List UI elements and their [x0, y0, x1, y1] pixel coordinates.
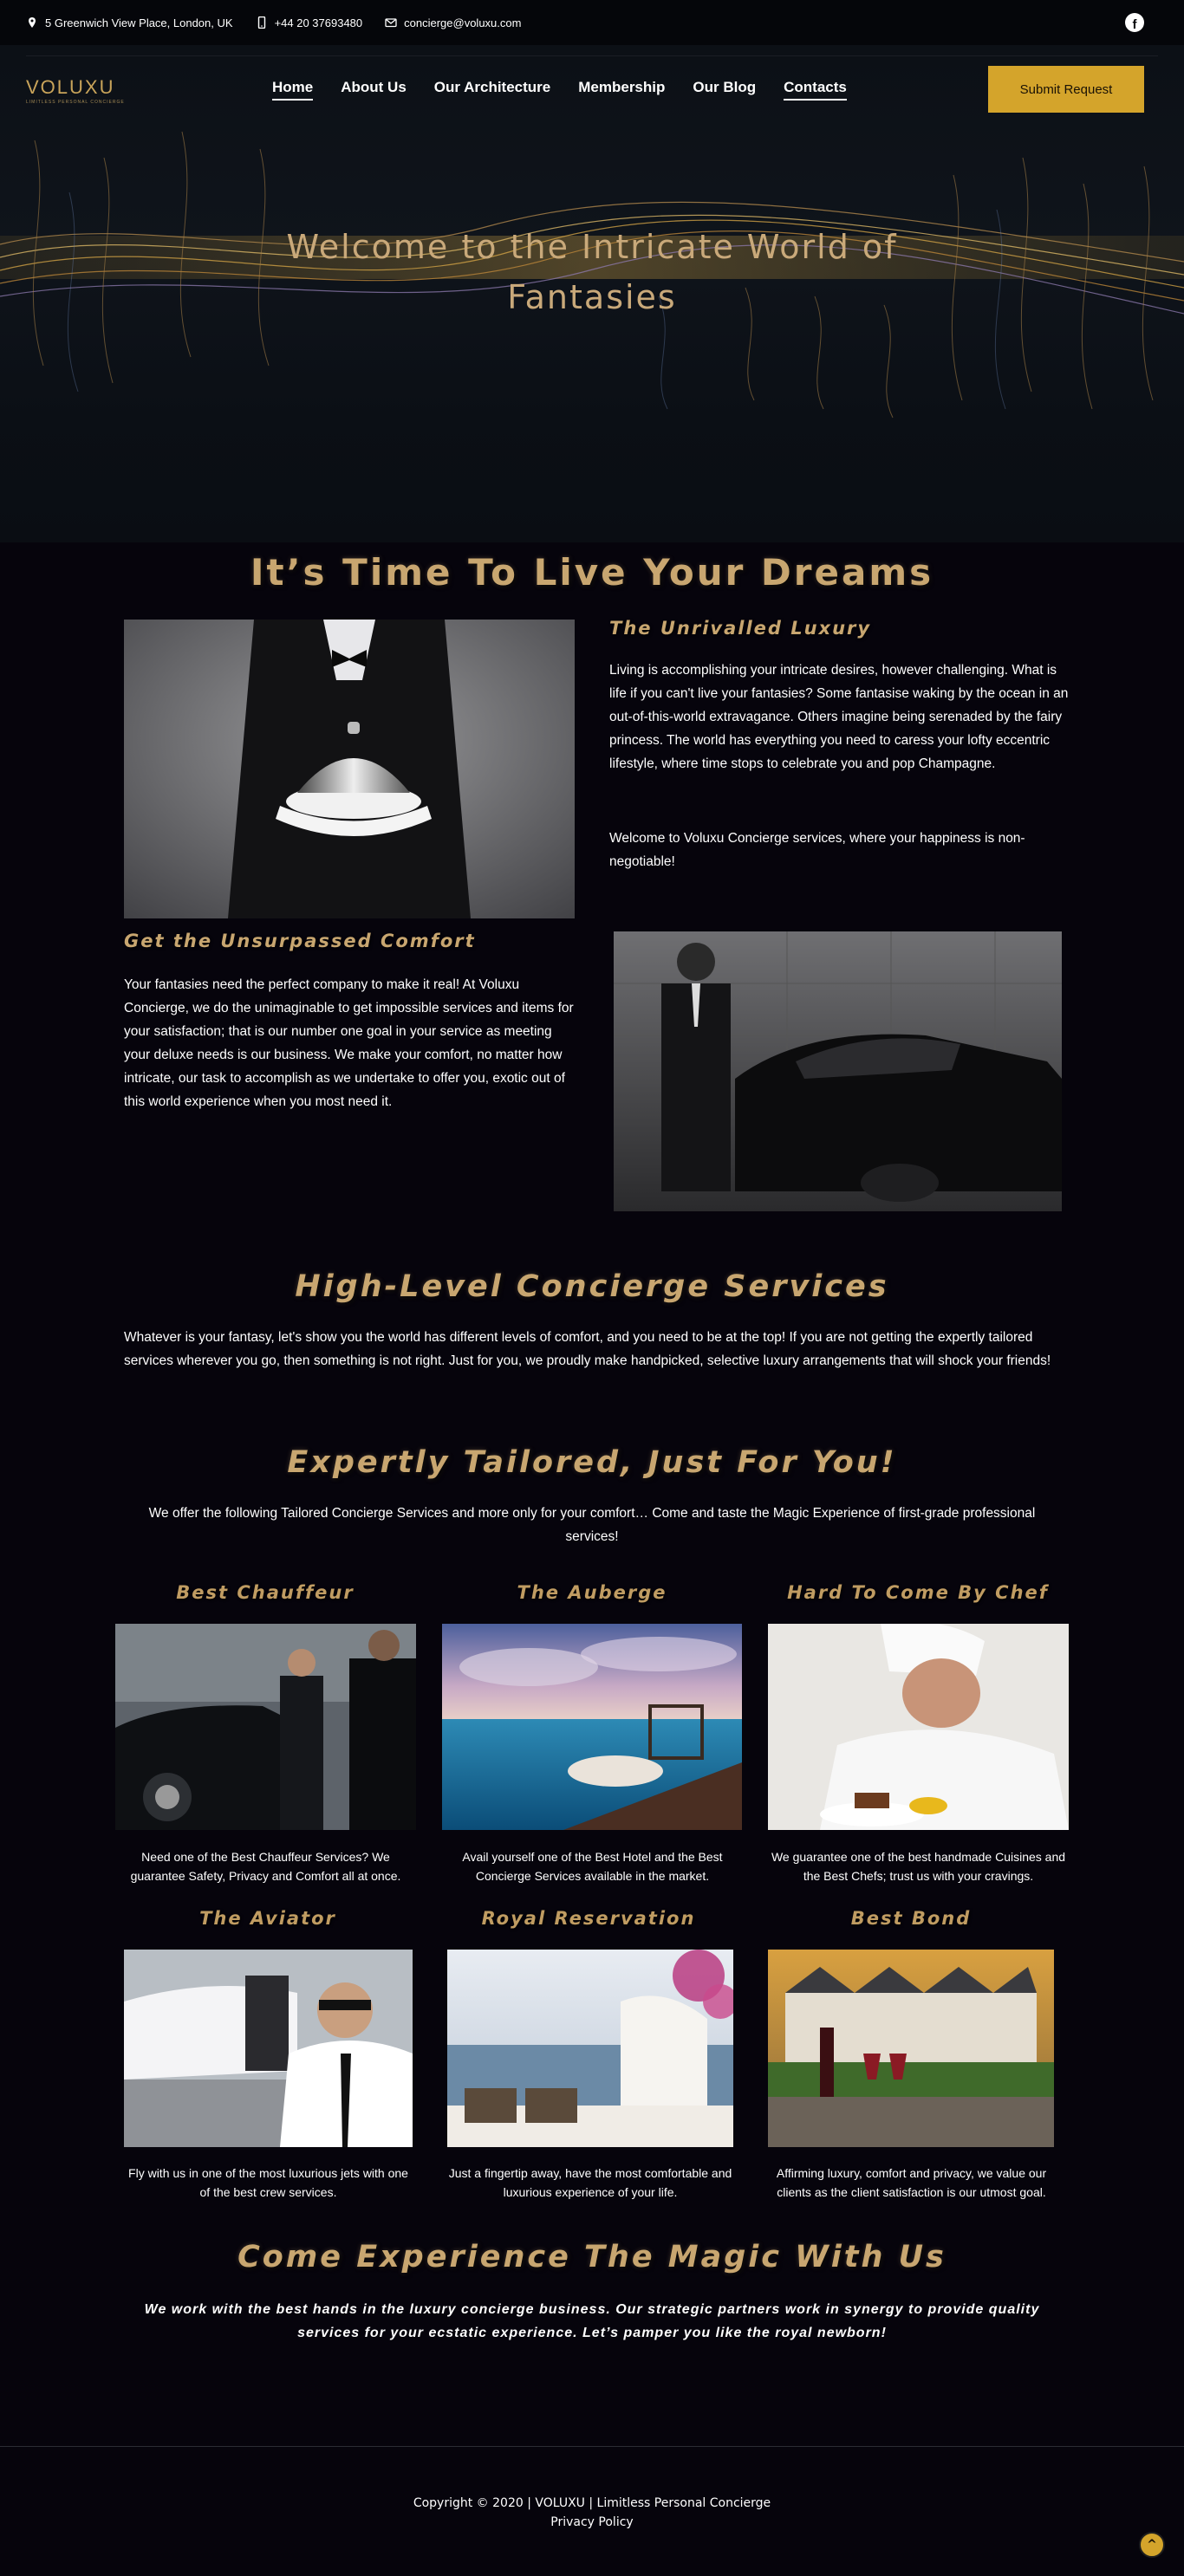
- main-navigation: VOLUXU LIMITLESS PERSONAL CONCIERGE Home…: [0, 0, 1184, 113]
- comfort-title: Get the Unsurpassed Comfort: [124, 931, 476, 951]
- nav-home[interactable]: Home: [272, 79, 314, 101]
- footer-divider: [0, 2446, 1184, 2447]
- service-desc-auberge: Avail yourself one of the Best Hotel and…: [462, 1850, 723, 1883]
- service-title-chauffeur: Best Chauffeur: [176, 1582, 355, 1603]
- tailored-title: Expertly Tailored, Just For You!: [287, 1445, 897, 1480]
- service-title-chef: Hard To Come By Chef: [787, 1582, 1049, 1603]
- comfort-paragraph: Your fantasies need the perfect company …: [124, 977, 574, 1109]
- chevron-up-icon[interactable]: ^: [1139, 2532, 1165, 2558]
- chef-image: [768, 1624, 1069, 1830]
- dreams-title: It’s Time To Live Your Dreams: [250, 551, 934, 594]
- magic-text: We work with the best hands in the luxur…: [144, 2302, 1040, 2340]
- nav-our-blog[interactable]: Our Blog: [693, 79, 756, 101]
- bond-image: [768, 1950, 1054, 2147]
- service-desc-bond: Affirming luxury, comfort and privacy, w…: [776, 2166, 1047, 2199]
- service-desc-aviator: Fly with us in one of the most luxurious…: [128, 2166, 408, 2199]
- luxury-title: The Unrivalled Luxury: [609, 618, 872, 639]
- submit-request-button[interactable]: Submit Request: [988, 66, 1144, 113]
- service-title-bond: Best Bond: [850, 1908, 972, 1929]
- auberge-image: [442, 1624, 742, 1830]
- logo-text[interactable]: VOLUXU: [26, 76, 114, 98]
- royal-image: [447, 1950, 733, 2147]
- service-title-royal: Royal Reservation: [481, 1908, 696, 1929]
- service-title-aviator: The Aviator: [199, 1908, 336, 1929]
- luxury-paragraph-1: Living is accomplishing your intricate d…: [609, 663, 1069, 771]
- car-man-image: [614, 931, 1062, 1211]
- aviator-image: [124, 1950, 413, 2147]
- service-title-auberge: The Auberge: [517, 1582, 667, 1603]
- nav-about-us[interactable]: About Us: [341, 79, 407, 101]
- magic-title: Come Experience The Magic With Us: [237, 2240, 947, 2274]
- logo-tagline: LIMITLESS PERSONAL CONCIERGE: [26, 100, 125, 105]
- service-desc-chauffeur: Need one of the Best Chauffeur Services?…: [130, 1850, 401, 1883]
- footer: Copyright © 2020 | VOLUXU | Limitless Pe…: [0, 2494, 1184, 2532]
- luxury-paragraph-2: Welcome to Voluxu Concierge services, wh…: [609, 831, 1025, 869]
- chauffeur-image: [115, 1624, 416, 1830]
- high-level-title: High-Level Concierge Services: [295, 1269, 889, 1304]
- high-level-text: Whatever is your fantasy, let's show you…: [124, 1330, 1051, 1368]
- nav-contacts[interactable]: Contacts: [784, 79, 847, 101]
- nav-divider: [26, 55, 1158, 56]
- voluxu-logo[interactable]: VOLUXU LIMITLESS PERSONAL CONCIERGE: [26, 76, 125, 105]
- copyright-text: Copyright © 2020 | VOLUXU | Limitless Pe…: [413, 2496, 771, 2510]
- hero-title: Welcome to the Intricate World of Fantas…: [286, 228, 898, 316]
- bellboy-image: [124, 620, 575, 918]
- privacy-policy-link[interactable]: Privacy Policy: [0, 2513, 1184, 2532]
- nav-menu: Home About Us Our Architecture Membershi…: [272, 79, 847, 101]
- nav-our-architecture[interactable]: Our Architecture: [434, 79, 550, 101]
- nav-membership[interactable]: Membership: [578, 79, 665, 101]
- service-desc-chef: We guarantee one of the best handmade Cu…: [771, 1850, 1066, 1883]
- service-desc-royal: Just a fingertip away, have the most com…: [448, 2166, 732, 2199]
- tailored-text: We offer the following Tailored Concierg…: [148, 1506, 1036, 1544]
